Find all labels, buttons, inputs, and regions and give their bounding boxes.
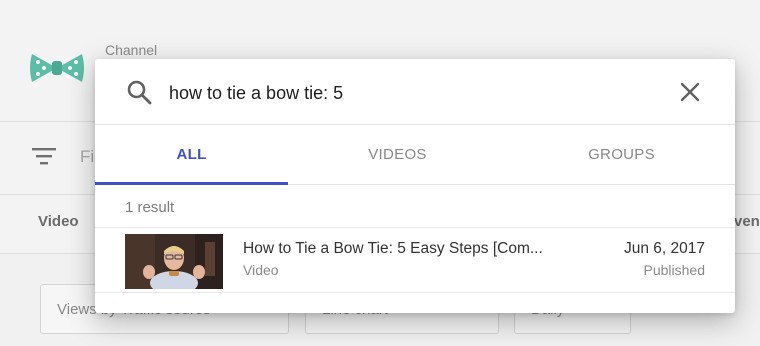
search-dialog: ALL VIDEOS GROUPS 1 result How to Tie a … bbox=[95, 59, 735, 313]
search-bar bbox=[95, 59, 735, 125]
channel-label: Channel bbox=[105, 42, 158, 58]
search-tabs: ALL VIDEOS GROUPS bbox=[95, 125, 735, 185]
result-title: How to Tie a Bow Tie: 5 Easy Steps [Com.… bbox=[243, 240, 543, 257]
status-badge: Published bbox=[643, 262, 706, 278]
result-type: Video bbox=[243, 262, 279, 278]
video-thumbnail bbox=[125, 234, 223, 289]
column-header-revenue[interactable]: ven bbox=[734, 213, 760, 230]
result-count: 1 result bbox=[125, 199, 175, 216]
tab-groups[interactable]: GROUPS bbox=[525, 125, 718, 185]
tab-videos[interactable]: VIDEOS bbox=[301, 125, 494, 185]
list-item[interactable]: How to Tie a Bow Tie: 5 Easy Steps [Com.… bbox=[95, 227, 735, 293]
tab-all[interactable]: ALL bbox=[95, 125, 288, 185]
column-header-video[interactable]: Video bbox=[38, 213, 79, 230]
result-date: Jun 6, 2017 bbox=[623, 240, 705, 257]
filter-input[interactable]: Fi bbox=[80, 147, 94, 167]
search-input[interactable] bbox=[169, 80, 649, 106]
filter-icon[interactable] bbox=[32, 146, 56, 166]
close-icon[interactable] bbox=[679, 81, 701, 103]
search-icon bbox=[127, 80, 152, 105]
active-tab-indicator bbox=[95, 182, 288, 185]
bow-tie-logo-icon bbox=[30, 54, 84, 82]
